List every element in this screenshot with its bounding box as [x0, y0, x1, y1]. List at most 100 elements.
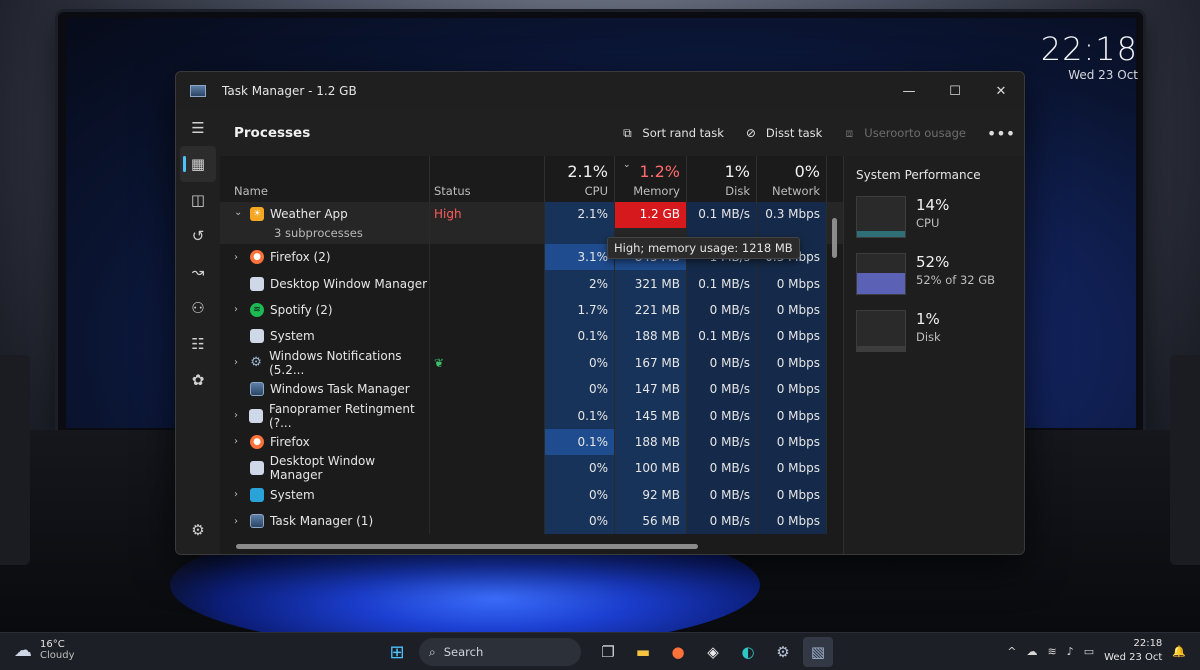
battery-icon[interactable]: ▭: [1084, 645, 1094, 658]
process-cpu: 0%: [545, 507, 615, 535]
process-cpu: 0.1%: [545, 402, 615, 429]
perf-item-disk[interactable]: 1% Disk: [856, 310, 1012, 352]
vertical-scrollbar[interactable]: [832, 218, 837, 258]
close-button[interactable]: ✕: [978, 72, 1024, 110]
desktop-clock-date: Wed 23 Oct: [1068, 68, 1138, 82]
process-memory: 100 MB: [615, 455, 687, 482]
efficiency-mode-button[interactable]: ⧈ Useroorto ousage: [842, 125, 966, 141]
table-row[interactable]: System 0.1% 188 MB 0.1 MB/s 0 Mbps: [220, 323, 843, 350]
horizontal-scroll-thumb[interactable]: [236, 544, 698, 549]
cloud-icon: ☁: [14, 639, 32, 661]
run-new-task-button[interactable]: ⧉ Sort rand task: [620, 125, 724, 141]
efficiency-icon: ⧈: [845, 125, 854, 140]
process-cpu: 2%: [545, 270, 615, 297]
subprocess-count: 3 subprocesses: [274, 226, 363, 240]
settings-taskbar-icon[interactable]: ⚙: [768, 637, 798, 667]
table-row[interactable]: › System 0% 92 MB 0 MB/s 0 Mbps: [220, 481, 843, 508]
store-icon[interactable]: ◈: [698, 637, 728, 667]
system-tray: ^ ☁ ≋ ♪ ▭ 22:18 Wed 23 Oct 🔔: [1007, 637, 1186, 665]
end-task-button[interactable]: ⊘ Disst task: [744, 126, 822, 140]
process-name: Fanopramer Retingment (?...: [269, 401, 415, 430]
table-row[interactable]: › ⚙ Windows Notifications (5.2... ❦ 0% 1…: [220, 349, 843, 377]
process-network: 0 Mbps: [757, 481, 827, 508]
expand-chevron-icon[interactable]: ›: [234, 410, 247, 421]
expand-chevron-icon[interactable]: ›: [234, 489, 248, 500]
run-task-icon: ⧉: [623, 125, 632, 140]
process-network: 0 Mbps: [757, 428, 827, 456]
efficiency-mode-label: Useroorto ousage: [864, 126, 966, 140]
task-manager-app-icon: [190, 85, 206, 97]
taskbar-clock[interactable]: 22:18 Wed 23 Oct: [1104, 637, 1162, 665]
column-disk[interactable]: 1% Disk: [687, 156, 757, 202]
weather-widget[interactable]: ☁ 16°C Cloudy: [14, 639, 74, 661]
task-manager-taskbar-icon[interactable]: ▧: [803, 637, 833, 667]
window-manager-icon: [249, 461, 264, 476]
column-status[interactable]: Status: [430, 156, 545, 202]
details-icon[interactable]: ☷: [176, 326, 220, 362]
column-name-label: Name: [234, 184, 268, 198]
memory-value: 52%: [916, 253, 950, 271]
column-memory[interactable]: ⌄ 1.2% Memory: [615, 156, 687, 202]
expand-chevron-icon[interactable]: ›: [234, 516, 248, 527]
process-disk: 0.1 MB/s: [687, 323, 757, 350]
expand-chevron-icon[interactable]: ›: [234, 436, 248, 447]
process-name: Desktop Window Manager: [270, 276, 428, 291]
processes-icon[interactable]: ▦: [180, 146, 216, 182]
volume-icon[interactable]: ♪: [1067, 645, 1074, 658]
process-memory: 92 MB: [615, 481, 687, 508]
cpu-label: CPU: [916, 216, 940, 230]
column-network[interactable]: 0% Network: [757, 156, 827, 202]
expand-chevron-icon[interactable]: ⌄: [234, 207, 248, 218]
process-cpu: 0.1%: [545, 323, 615, 350]
perf-item-memory[interactable]: 52% 52% of 32 GB: [856, 253, 1012, 295]
more-options-button[interactable]: •••: [986, 124, 1016, 143]
expand-chevron-icon[interactable]: ›: [234, 252, 248, 263]
processes-page: Processes ⧉ Sort rand task ⊘ Disst task …: [220, 110, 1024, 554]
horizontal-scrollbar[interactable]: [236, 544, 841, 550]
table-row[interactable]: › Task Manager (1) 0% 56 MB 0 MB/s 0 Mbp…: [220, 507, 843, 535]
tray-overflow-chevron-icon[interactable]: ^: [1007, 645, 1016, 658]
hamburger-menu-icon[interactable]: ☰: [176, 110, 220, 146]
column-name[interactable]: Name: [220, 156, 430, 202]
process-status: [430, 296, 545, 324]
onedrive-cloud-icon[interactable]: ☁: [1026, 645, 1037, 658]
table-row[interactable]: Desktop Window Manager 2% 321 MB 0.1 MB/…: [220, 270, 843, 297]
table-row[interactable]: Windows Task Manager 0% 147 MB 0 MB/s 0 …: [220, 375, 843, 403]
table-row[interactable]: › ≋ Spotify (2) 1.7% 221 MB 0 MB/s 0 Mbp…: [220, 296, 843, 324]
window-icon: [249, 408, 264, 423]
history-icon[interactable]: ↺: [176, 218, 220, 254]
process-cpu: 1.7%: [545, 296, 615, 324]
navigation-rail: ☰ ▦ ◫ ↺ ↝ ⚇ ☷ ✿ ⚙: [176, 110, 220, 554]
firefox-taskbar-icon[interactable]: ●: [663, 637, 693, 667]
column-cpu[interactable]: 2.1% CPU: [545, 156, 615, 202]
startup-icon[interactable]: ↝: [176, 254, 220, 290]
speaker-left: [0, 355, 30, 565]
title-bar[interactable]: Task Manager - 1.2 GB — ☐ ✕: [176, 72, 1024, 110]
page-title: Processes: [234, 125, 311, 141]
table-row[interactable]: Desktopt Window Manager 0% 100 MB 0 MB/s…: [220, 454, 843, 482]
maximize-button[interactable]: ☐: [932, 72, 978, 110]
app-history-icon[interactable]: ◫: [176, 182, 220, 218]
taskbar-search[interactable]: ⌕ Search: [419, 638, 581, 666]
table-row[interactable]: › Fanopramer Retingment (?... 0.1% 145 M…: [220, 401, 843, 430]
edge-icon[interactable]: ◐: [733, 637, 763, 667]
notification-bell-icon[interactable]: 🔔: [1172, 645, 1186, 658]
file-explorer-icon[interactable]: ▬: [628, 637, 658, 667]
minimize-button[interactable]: —: [886, 72, 932, 110]
wifi-icon[interactable]: ≋: [1047, 645, 1056, 658]
users-icon[interactable]: ⚇: [176, 290, 220, 326]
process-disk: 0 MB/s: [687, 507, 757, 535]
start-windows-icon[interactable]: ⊞: [382, 637, 412, 667]
disk-graph: [856, 310, 906, 352]
process-memory: 167 MB: [615, 349, 687, 376]
services-icon[interactable]: ✿: [176, 362, 220, 398]
table-row[interactable]: › ● Firefox 0.1% 188 MB 0 MB/s 0 Mbps: [220, 428, 843, 456]
settings-icon[interactable]: ⚙: [176, 512, 220, 548]
perf-item-cpu[interactable]: 14% CPU: [856, 196, 1012, 238]
expand-chevron-icon[interactable]: ›: [234, 304, 248, 315]
process-status: High: [430, 202, 545, 244]
column-status-label: Status: [434, 184, 471, 198]
expand-chevron-icon[interactable]: ›: [234, 357, 247, 368]
process-network: 0 Mbps: [757, 375, 827, 403]
task-view-icon[interactable]: ❐: [593, 637, 623, 667]
